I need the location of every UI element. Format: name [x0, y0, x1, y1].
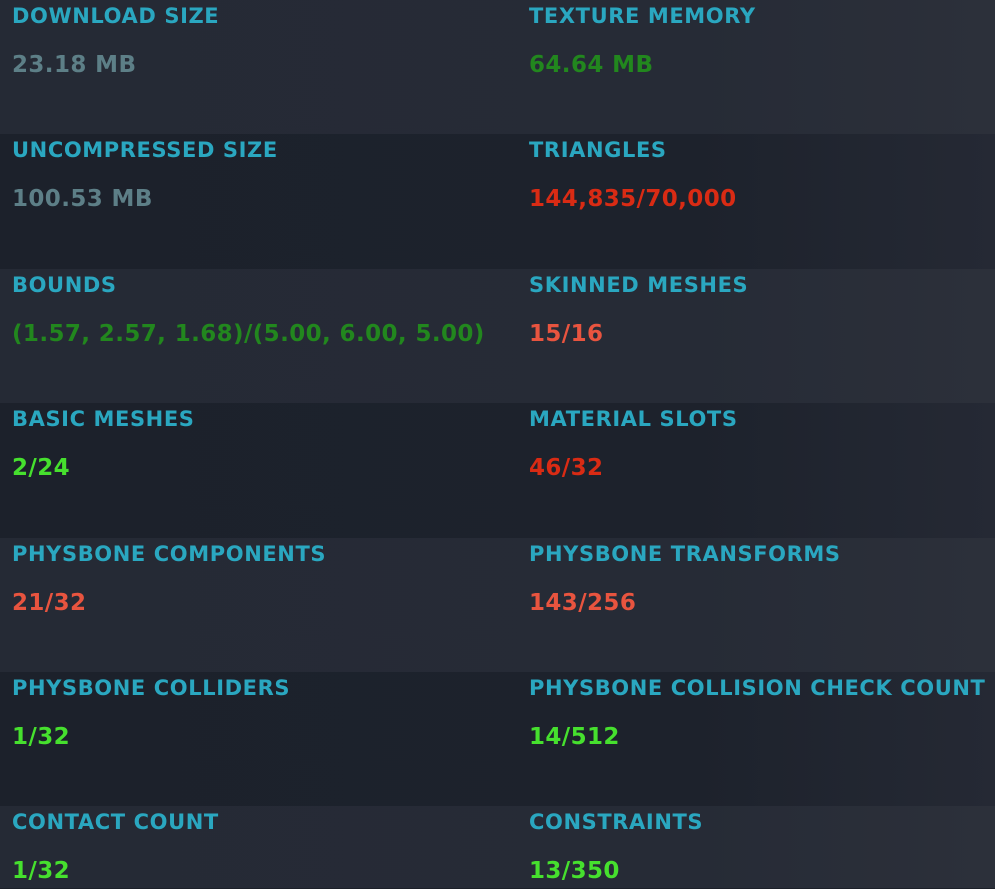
stat-label: UNCOMPRESSED SIZE: [12, 138, 278, 163]
stat-label: TRIANGLES: [529, 138, 667, 163]
stat-value: 46/32: [529, 455, 604, 482]
avatar-performance-stats-panel: DOWNLOAD SIZE 23.18 MB TEXTURE MEMORY 64…: [0, 0, 995, 889]
stat-basic-meshes: BASIC MESHES 2/24: [0, 403, 517, 537]
stat-value: 2/24: [12, 455, 71, 482]
stat-value: 100.53 MB: [12, 186, 153, 213]
stat-label: MATERIAL SLOTS: [529, 407, 738, 432]
stat-label: BASIC MESHES: [12, 407, 195, 432]
stat-value: 1/32: [12, 858, 71, 885]
stat-label: BOUNDS: [12, 272, 117, 297]
stat-texture-memory: TEXTURE MEMORY 64.64 MB: [517, 0, 995, 134]
stat-row: PHYSBONE COMPONENTS 21/32 PHYSBONE TRANS…: [0, 537, 995, 672]
stat-value: 21/32: [12, 589, 87, 616]
stat-value: (1.57, 2.57, 1.68)/(5.00, 6.00, 5.00): [12, 320, 485, 347]
stat-label: TEXTURE MEMORY: [529, 4, 756, 28]
stat-row: PHYSBONE COLLIDERS 1/32 PHYSBONE COLLISI…: [0, 671, 995, 807]
stat-label: PHYSBONE TRANSFORMS: [529, 541, 841, 566]
stat-physbone-colliders: PHYSBONE COLLIDERS 1/32: [0, 672, 517, 806]
stat-value: 64.64 MB: [529, 52, 654, 78]
stat-physbone-components: PHYSBONE COMPONENTS 21/32: [0, 538, 517, 672]
stat-row: CONTACT COUNT 1/32 CONSTRAINTS 13/350: [0, 806, 995, 889]
stat-value: 15/16: [529, 320, 604, 347]
stat-physbone-collision-check-count: PHYSBONE COLLISION CHECK COUNT 14/512: [517, 672, 995, 806]
stat-label: PHYSBONE COLLISION CHECK COUNT: [529, 675, 986, 700]
stat-contact-count: CONTACT COUNT 1/32: [0, 806, 517, 888]
stat-row: BOUNDS (1.57, 2.57, 1.68)/(5.00, 6.00, 5…: [0, 268, 995, 404]
stat-uncompressed-size: UNCOMPRESSED SIZE 100.53 MB: [0, 134, 517, 268]
stat-download-size: DOWNLOAD SIZE 23.18 MB: [0, 0, 517, 134]
stat-physbone-transforms: PHYSBONE TRANSFORMS 143/256: [517, 538, 995, 672]
stat-label: CONSTRAINTS: [529, 810, 704, 835]
stat-label: CONTACT COUNT: [12, 810, 219, 835]
stat-row: DOWNLOAD SIZE 23.18 MB TEXTURE MEMORY 64…: [0, 0, 995, 135]
stat-value: 23.18 MB: [12, 52, 137, 78]
stat-value: 14/512: [529, 723, 620, 750]
stat-label: PHYSBONE COLLIDERS: [12, 675, 291, 700]
stat-triangles: TRIANGLES 144,835/70,000: [517, 134, 995, 268]
stat-material-slots: MATERIAL SLOTS 46/32: [517, 403, 995, 537]
stat-label: SKINNED MESHES: [529, 272, 749, 297]
stat-value: 1/32: [12, 723, 71, 750]
stat-row: BASIC MESHES 2/24 MATERIAL SLOTS 46/32: [0, 403, 995, 538]
stat-label: DOWNLOAD SIZE: [12, 4, 220, 28]
stat-value: 143/256: [529, 589, 637, 616]
stat-value: 13/350: [529, 858, 620, 885]
stat-row: UNCOMPRESSED SIZE 100.53 MB TRIANGLES 14…: [0, 134, 995, 269]
stat-value: 144,835/70,000: [529, 186, 737, 213]
stat-skinned-meshes: SKINNED MESHES 15/16: [517, 269, 995, 403]
stat-constraints: CONSTRAINTS 13/350: [517, 806, 995, 888]
stat-bounds: BOUNDS (1.57, 2.57, 1.68)/(5.00, 6.00, 5…: [0, 269, 517, 403]
stat-label: PHYSBONE COMPONENTS: [12, 541, 327, 566]
